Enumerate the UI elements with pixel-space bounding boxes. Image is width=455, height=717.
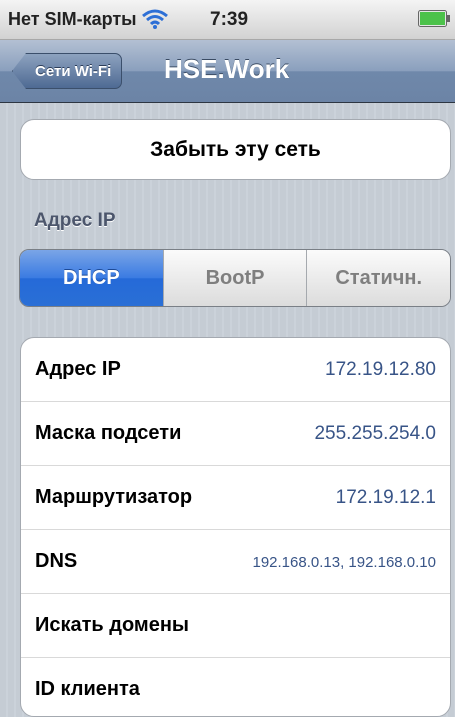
table-row-ip-address: Адрес IP 172.19.12.80: [21, 338, 450, 402]
battery-icon: [418, 10, 450, 27]
page-title: HSE.Work: [164, 54, 290, 84]
row-value: 172.19.12.1: [335, 487, 436, 508]
table-row-subnet-mask: Маска подсети 255.255.254.0: [21, 402, 450, 466]
row-label: DNS: [35, 550, 78, 572]
row-label: Искать домены: [35, 614, 190, 636]
back-button-label: Сети Wi-Fi: [35, 62, 112, 80]
forget-network-button[interactable]: Забыть эту сеть: [20, 119, 451, 180]
table-row-client-id[interactable]: ID клиента: [21, 658, 450, 716]
row-label: ID клиента: [35, 678, 140, 700]
clock: 7:39: [210, 9, 249, 30]
row-value: 255.255.254.0: [314, 423, 436, 444]
ip-mode-segmented-control: DHCP BootP Статичн.: [19, 249, 451, 307]
row-label: Маска подсети: [35, 422, 182, 444]
ip-address-section-label: Адрес IP: [34, 210, 116, 231]
carrier-label: Нет SIM-карты: [8, 9, 137, 29]
wifi-icon: [142, 9, 168, 29]
segment-dhcp[interactable]: DHCP: [20, 250, 163, 306]
segment-static[interactable]: Статичн.: [306, 250, 450, 306]
row-label: Маршрутизатор: [35, 486, 193, 508]
row-value: 192.168.0.13, 192.168.0.10: [252, 554, 436, 571]
navigation-bar: Сети Wi-Fi HSE.Work: [0, 40, 455, 103]
table-row-dns: DNS 192.168.0.13, 192.168.0.10: [21, 530, 450, 594]
ip-settings-table: Адрес IP 172.19.12.80 Маска подсети 255.…: [20, 337, 451, 717]
segment-bootp[interactable]: BootP: [162, 250, 307, 306]
status-bar: Нет SIM-карты 7:39: [0, 0, 455, 40]
table-row-search-domains[interactable]: Искать домены: [21, 594, 450, 658]
row-label: Адрес IP: [35, 358, 121, 380]
row-value: 172.19.12.80: [325, 359, 436, 380]
back-button-wifi-networks[interactable]: Сети Wi-Fi: [12, 53, 123, 89]
table-row-router: Маршрутизатор 172.19.12.1: [21, 466, 450, 530]
